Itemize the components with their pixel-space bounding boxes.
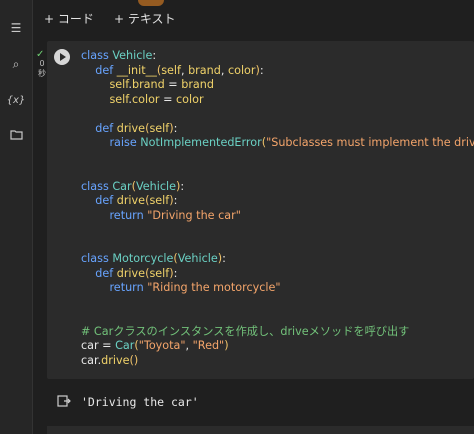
code-line[interactable]: def drive(self): — [81, 267, 474, 282]
variables-icon[interactable]: {x} — [7, 92, 26, 108]
next-cell-edge — [47, 426, 474, 434]
code-line[interactable] — [81, 223, 474, 238]
code-line[interactable] — [81, 107, 474, 122]
code-line[interactable] — [81, 296, 474, 311]
code-line[interactable]: def drive(self): — [81, 194, 474, 209]
code-line[interactable]: return "Riding the motorcycle" — [81, 281, 474, 296]
table-of-contents-icon[interactable]: ☰ — [8, 20, 24, 36]
notebook-toolbar: + コード + テキスト — [33, 0, 474, 36]
top-decoration — [138, 0, 164, 6]
cell-output: 'Driving the car' — [47, 385, 474, 419]
code-line[interactable]: # Carクラスのインスタンスを作成し、driveメソッドを呼び出す — [81, 325, 474, 340]
add-code-button[interactable]: + コード — [44, 10, 94, 28]
code-line[interactable] — [81, 238, 474, 253]
search-icon[interactable]: ⌕ — [8, 56, 24, 72]
code-line[interactable]: def drive(self): — [81, 122, 474, 137]
code-line[interactable]: class Motorcycle(Vehicle): — [81, 252, 474, 267]
files-icon[interactable] — [8, 126, 24, 142]
code-line[interactable]: self.brand = brand — [81, 78, 474, 93]
code-line[interactable] — [81, 310, 474, 325]
code-line[interactable]: def __init__(self, brand, color): — [81, 64, 474, 79]
code-line[interactable]: self.color = color — [81, 93, 474, 108]
code-cell[interactable]: ✓ 0 秒 class Vehicle: def __init__(self, … — [33, 37, 474, 421]
run-cell-button[interactable] — [54, 49, 70, 65]
notebook-window: ☰ ⌕ {x} + コード + テキスト ✓ 0 秒 class Vehicle… — [0, 0, 474, 434]
code-line[interactable]: class Vehicle: — [81, 49, 474, 64]
code-line[interactable] — [81, 165, 474, 180]
left-sidebar: ☰ ⌕ {x} — [0, 0, 33, 434]
code-line[interactable]: return "Driving the car" — [81, 209, 474, 224]
output-actions-icon[interactable] — [57, 394, 71, 408]
code-line[interactable]: car = Car("Toyota", "Red") — [81, 339, 474, 354]
code-line[interactable]: class Car(Vehicle): — [81, 180, 474, 195]
code-editor[interactable]: class Vehicle: def __init__(self, brand,… — [47, 41, 474, 379]
output-text: 'Driving the car' — [81, 395, 199, 409]
code-line[interactable]: raise NotImplementedError("Subclasses mu… — [81, 136, 474, 151]
code-line[interactable] — [81, 151, 474, 166]
add-text-button[interactable]: + テキスト — [114, 10, 176, 28]
code-line[interactable]: car.drive() — [81, 354, 474, 369]
code-text[interactable]: class Vehicle: def __init__(self, brand,… — [81, 49, 474, 368]
